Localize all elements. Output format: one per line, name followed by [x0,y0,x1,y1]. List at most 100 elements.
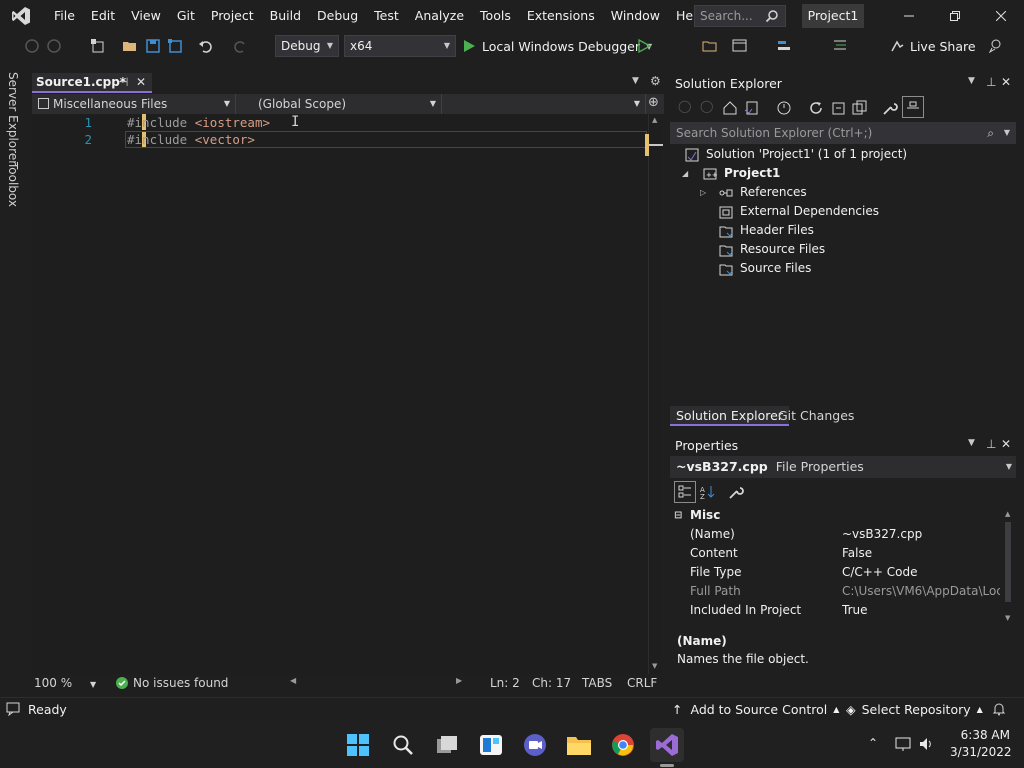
menu-debug[interactable]: Debug [309,0,366,32]
collapse-all-icon[interactable] [830,100,846,116]
save-all-icon[interactable] [165,36,185,56]
menu-build[interactable]: Build [262,0,309,32]
save-icon[interactable] [143,36,163,56]
property-value[interactable]: C:\Users\VM6\AppData\Local [842,582,1000,601]
property-category[interactable]: ⊟ Misc [670,506,1000,525]
menu-project[interactable]: Project [203,0,262,32]
home-icon[interactable] [722,100,738,116]
project-name-badge[interactable]: Project1 [802,4,864,28]
browse-folder-icon[interactable] [700,36,720,56]
search-icon[interactable] [388,730,418,760]
notification-bell-icon[interactable] [992,702,1006,716]
scroll-left-icon[interactable]: ◀ [290,676,296,685]
toolbox-tab[interactable]: Toolbox [6,162,20,207]
close-panel-icon[interactable]: ✕ [1001,437,1011,451]
output-icon[interactable] [6,702,20,716]
code-line[interactable]: #include <iostream> [127,115,270,130]
file-explorer-icon[interactable] [564,730,594,760]
tree-item-references[interactable]: ▷ References [700,183,807,202]
menu-extensions[interactable]: Extensions [519,0,603,32]
scroll-down-icon[interactable]: ▼ [652,662,657,670]
properties-object-selector[interactable]: ~vsB327.cpp File Properties ▼ [670,456,1016,478]
collapse-category-icon[interactable]: ⊟ [674,506,682,525]
pin-icon[interactable]: ⊥ [986,75,996,89]
collapsed-triangle-icon[interactable]: ▷ [700,183,718,202]
code-editor[interactable]: 1 2 #include <iostream> #include <vector… [32,114,662,674]
property-row[interactable]: Included In Project True [670,601,1000,620]
menu-edit[interactable]: Edit [83,0,123,32]
search-icon[interactable]: ⌕ [987,122,994,144]
visual-studio-logo-icon[interactable] [10,5,32,27]
visual-studio-taskbar-icon[interactable] [650,728,684,762]
redo-icon[interactable] [230,36,250,56]
property-row[interactable]: Content False [670,544,1000,563]
comment-icon[interactable] [830,36,850,56]
close-panel-icon[interactable]: ✕ [1001,75,1011,89]
undo-icon[interactable] [196,36,216,56]
start-debugging-button[interactable]: Local Windows Debugger ▼ [462,36,652,56]
document-tab-source1[interactable]: Source1.cpp* ⊣ ✕ [32,73,152,93]
platform-dropdown[interactable]: x64 ▼ [344,35,456,57]
minimize-button[interactable] [886,0,932,32]
tree-item-resource-files[interactable]: Resource Files [718,240,825,259]
property-row[interactable]: Full Path C:\Users\VM6\AppData\Local [670,582,1000,601]
close-tab-icon[interactable]: ✕ [136,73,146,91]
tab-list-icon[interactable]: ▼ [632,76,639,86]
editor-vertical-scrollbar[interactable]: ▲ ▼ [645,114,663,674]
open-folder-icon[interactable] [120,36,140,56]
task-view-icon[interactable] [432,730,462,760]
tree-item-header-files[interactable]: Header Files [718,221,814,240]
back-icon[interactable] [22,36,42,56]
property-row[interactable]: (Name) ~vsB327.cpp [670,525,1000,544]
show-hidden-icons-chevron-icon[interactable]: ⌃ [868,736,878,750]
property-grid-scrollbar[interactable]: ▲ ▼ [1002,510,1016,626]
solution-config-dropdown[interactable]: Debug ▼ [275,35,339,57]
issues-indicator[interactable]: No issues found [116,676,228,690]
start-without-debugging-icon[interactable] [634,36,654,56]
indent-mode-indicator[interactable]: TABS [582,676,612,690]
menu-git[interactable]: Git [169,0,203,32]
pending-changes-icon[interactable] [776,100,792,116]
tree-item-source-files[interactable]: Source Files [718,259,811,278]
solution-search-input[interactable]: Search Solution Explorer (Ctrl+;) ⌕ ▼ [670,122,1016,144]
line-ending-indicator[interactable]: CRLF [627,676,657,690]
select-repository-button[interactable]: ◈ Select Repository ▲ [846,702,983,717]
pin-icon[interactable]: ⊣ [118,73,128,91]
pin-icon[interactable]: ⊥ [986,437,996,451]
align-icon[interactable] [774,36,794,56]
widgets-icon[interactable] [476,730,506,760]
tree-item-project[interactable]: ◢ ++ Project1 [682,164,780,183]
scroll-up-icon[interactable]: ▲ [1005,510,1010,518]
menu-tools[interactable]: Tools [472,0,519,32]
volume-icon[interactable] [918,736,936,752]
menu-view[interactable]: View [123,0,169,32]
panel-menu-icon[interactable]: ▼ [968,438,975,448]
menu-file[interactable]: File [46,0,83,32]
split-window-icon[interactable]: ⊕ [648,95,659,110]
chevron-down-icon[interactable]: ▼ [1004,122,1010,144]
property-value[interactable]: True [842,601,1000,620]
window-layout-icon[interactable] [730,36,750,56]
property-pages-wrench-icon[interactable] [728,484,744,500]
close-button[interactable] [978,0,1024,32]
menu-window[interactable]: Window [603,0,668,32]
code-line[interactable]: #include <vector> [127,132,255,147]
restore-button[interactable] [932,0,978,32]
taskbar-clock[interactable]: 6:38 AM 3/31/2022 [950,728,1012,759]
member-nav-dropdown[interactable]: ▼ [442,94,646,114]
property-row[interactable]: File Type C/C++ Code [670,563,1000,582]
live-share-button[interactable]: Live Share [890,36,976,56]
tab-git-changes[interactable]: Git Changes [772,406,860,426]
panel-menu-icon[interactable]: ▼ [968,76,975,86]
chrome-icon[interactable] [608,730,638,760]
add-to-source-control-button[interactable]: ↑ Add to Source Control ▲ [672,702,839,717]
column-indicator[interactable]: Ch: 17 [532,676,571,690]
preview-selected-button[interactable] [902,96,924,118]
menu-test[interactable]: Test [366,0,407,32]
property-value[interactable]: False [842,544,1000,563]
scope-nav-dropdown[interactable]: (Global Scope) ▼ [252,94,442,114]
property-value[interactable]: C/C++ Code [842,563,1000,582]
project-nav-dropdown[interactable]: Miscellaneous Files ▼ [32,94,236,114]
property-value[interactable]: ~vsB327.cpp [842,525,1000,544]
refresh-icon[interactable] [808,100,824,116]
